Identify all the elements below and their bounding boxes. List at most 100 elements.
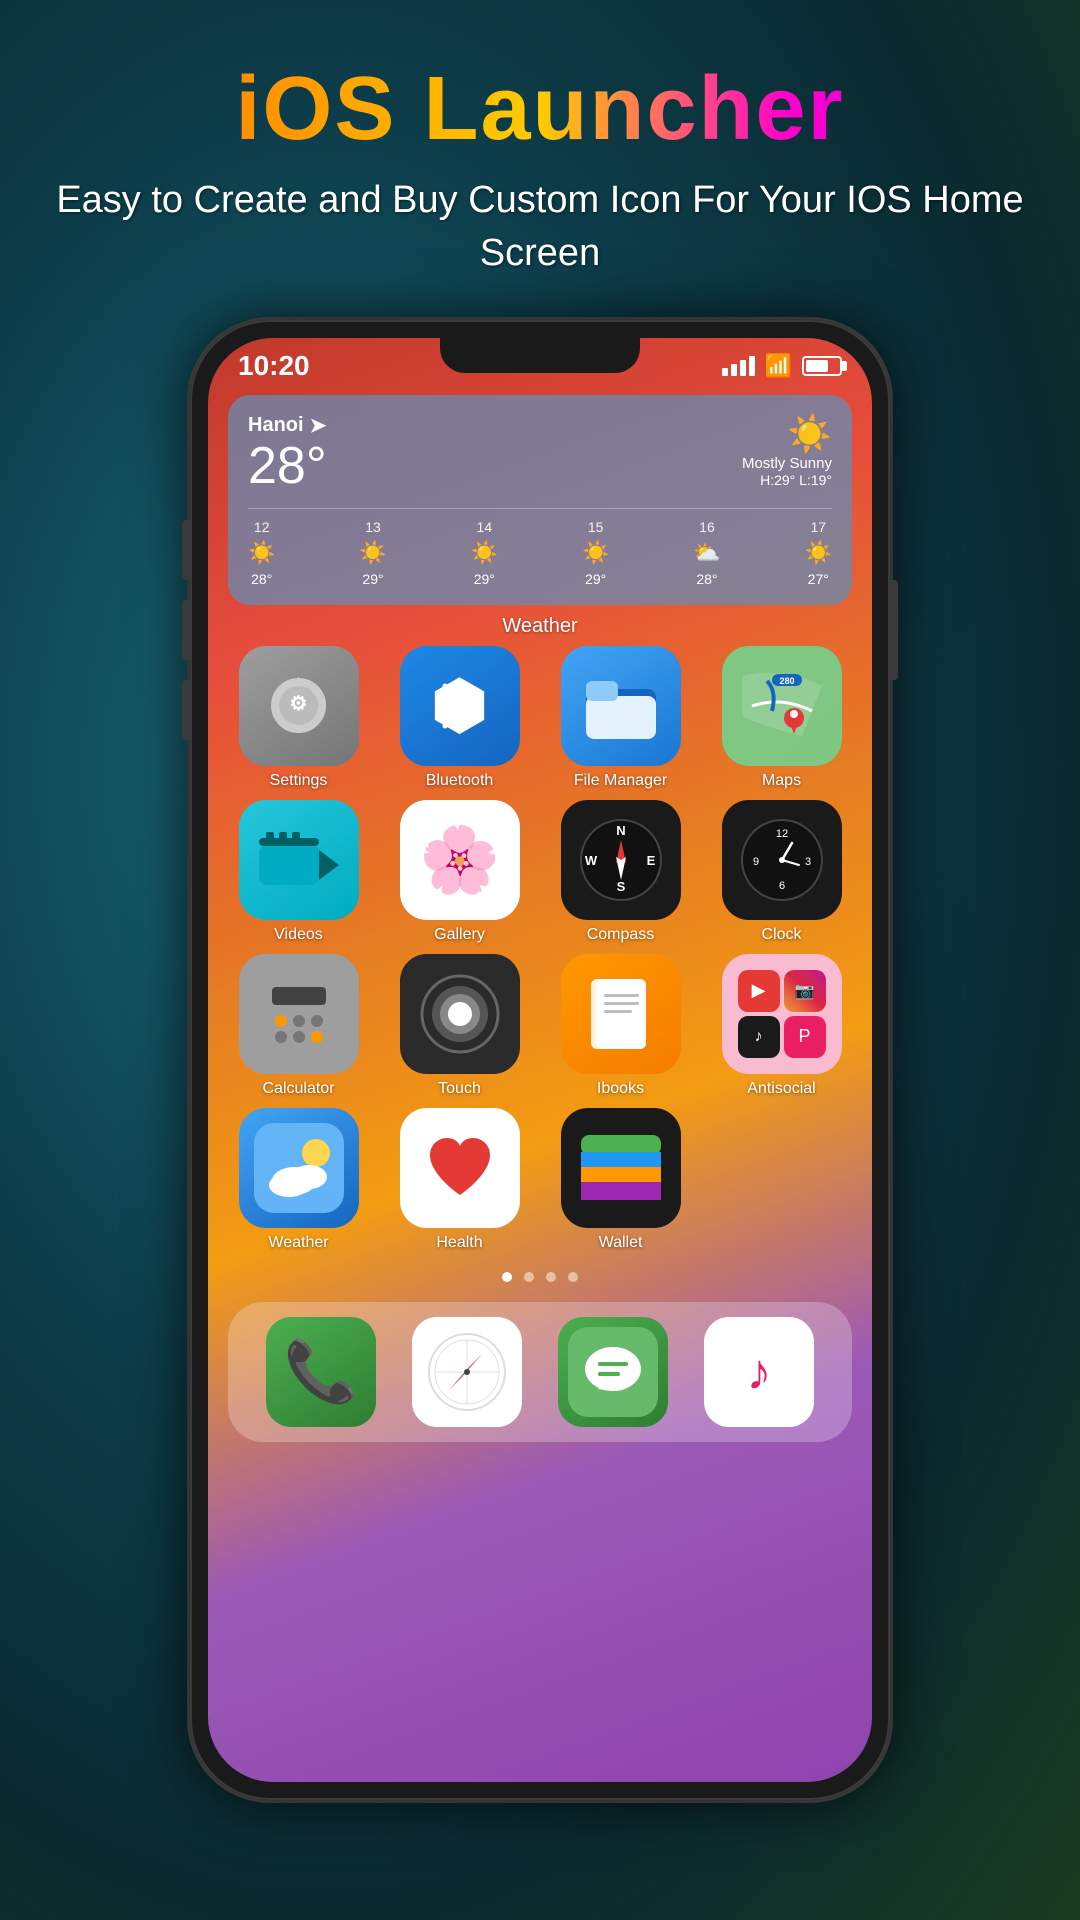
- weather-sun-icon: ☀️: [742, 413, 832, 455]
- location-arrow-icon: ➤: [310, 413, 327, 438]
- filemanager-icon: [561, 646, 681, 766]
- dock-messages-icon: [558, 1317, 668, 1427]
- status-time: 10:20: [238, 350, 310, 382]
- forecast-icon-5: ☀️: [805, 540, 832, 566]
- touch-label: Touch: [438, 1080, 481, 1098]
- weather-widget[interactable]: Hanoi ➤ 28° ☀️ Mostly Sunny H:29° L:19°: [228, 395, 852, 604]
- app-item-health[interactable]: Health: [384, 1108, 535, 1252]
- pinterest-mini-icon: P: [784, 1016, 826, 1058]
- app-item-maps[interactable]: 280 Maps: [706, 646, 857, 790]
- youtube-mini-icon: ▶: [738, 970, 780, 1012]
- forecast-day-2: 14 ☀️ 29°: [471, 519, 498, 587]
- svg-text:3: 3: [804, 856, 810, 868]
- settings-label: Settings: [270, 772, 328, 790]
- status-icons: 📶: [722, 353, 842, 379]
- antisocial-grid: ▶ 📷 ♪ P: [730, 962, 834, 1066]
- forecast-day-4: 16 ⛅ 28°: [693, 519, 720, 587]
- health-label: Health: [436, 1234, 482, 1252]
- forecast-day-5: 17 ☀️ 27°: [805, 519, 832, 587]
- forecast-day-3: 15 ☀️ 29°: [582, 519, 609, 587]
- signal-bars-icon: [722, 356, 755, 376]
- svg-text:9: 9: [752, 856, 758, 868]
- dock-item-messages[interactable]: [558, 1317, 668, 1427]
- app-subtitle: Easy to Create and Buy Custom Icon For Y…: [40, 174, 1040, 280]
- weather-left: Hanoi ➤ 28°: [248, 413, 327, 495]
- app-item-gallery[interactable]: 🌸 Gallery: [384, 800, 535, 944]
- forecast-day-1: 13 ☀️ 29°: [359, 519, 386, 587]
- weather-app-label: Weather: [268, 1234, 328, 1252]
- app-item-calculator[interactable]: Calculator: [223, 954, 374, 1098]
- page-dot-0[interactable]: [502, 1272, 512, 1282]
- filemanager-label: File Manager: [574, 772, 667, 790]
- app-title: iOS Launcher: [40, 60, 1040, 159]
- ibooks-label: Ibooks: [597, 1080, 644, 1098]
- antisocial-icon: ▶ 📷 ♪ P: [722, 954, 842, 1074]
- app-item-filemanager[interactable]: File Manager: [545, 646, 696, 790]
- weather-city: Hanoi ➤: [248, 413, 327, 438]
- wifi-icon: 📶: [765, 353, 792, 379]
- signal-bar-1: [722, 368, 728, 376]
- instagram-mini-icon: 📷: [784, 970, 826, 1012]
- weather-hi-lo: H:29° L:19°: [742, 472, 832, 488]
- wallet-label: Wallet: [599, 1234, 643, 1252]
- dock-phone-icon: 📞: [266, 1317, 376, 1427]
- forecast-icon-0: ☀️: [248, 540, 275, 566]
- weather-condition: Mostly Sunny: [742, 455, 832, 472]
- svg-text:E: E: [646, 853, 655, 868]
- dock-item-phone[interactable]: 📞: [266, 1317, 376, 1427]
- dock: 📞: [228, 1302, 852, 1442]
- app-item-weather[interactable]: Weather: [223, 1108, 374, 1252]
- tiktok-mini-icon: ♪: [738, 1016, 780, 1058]
- bluetooth-icon: ⬢: [400, 646, 520, 766]
- app-item-settings[interactable]: ⚙ Settings: [223, 646, 374, 790]
- weather-temperature: 28°: [248, 438, 327, 495]
- battery-icon: [802, 356, 842, 376]
- videos-icon: [239, 800, 359, 920]
- page-dot-1[interactable]: [524, 1272, 534, 1282]
- app-item-ibooks[interactable]: Ibooks: [545, 954, 696, 1098]
- forecast-icon-2: ☀️: [471, 540, 498, 566]
- weather-top: Hanoi ➤ 28° ☀️ Mostly Sunny H:29° L:19°: [248, 413, 832, 495]
- svg-text:♪: ♪: [747, 1344, 772, 1400]
- gallery-icon: 🌸: [400, 800, 520, 920]
- app-item-compass[interactable]: N S W E Compass: [545, 800, 696, 944]
- app-item-touch[interactable]: Touch: [384, 954, 535, 1098]
- videos-label: Videos: [274, 926, 323, 944]
- dock-item-safari[interactable]: [412, 1317, 522, 1427]
- forecast-icon-1: ☀️: [359, 540, 386, 566]
- page-dots: [208, 1272, 872, 1282]
- dock-music-icon: ♪: [704, 1317, 814, 1427]
- antisocial-label: Antisocial: [747, 1080, 815, 1098]
- compass-icon: N S W E: [561, 800, 681, 920]
- phone-screen: 10:20 📶: [208, 338, 872, 1782]
- app-item-videos[interactable]: Videos: [223, 800, 374, 944]
- app-item-wallet[interactable]: Wallet: [545, 1108, 696, 1252]
- svg-text:280: 280: [779, 676, 794, 686]
- forecast-icon-4: ⛅: [693, 540, 720, 566]
- bluetooth-label: Bluetooth: [426, 772, 494, 790]
- app-header: iOS Launcher Easy to Create and Buy Cust…: [0, 0, 1080, 310]
- app-grid: ⚙ Settings ⬢ Bluetooth: [208, 646, 872, 1252]
- phone-frame: 10:20 📶: [190, 320, 890, 1800]
- weather-right: ☀️ Mostly Sunny H:29° L:19°: [742, 413, 832, 488]
- dock-item-music[interactable]: ♪: [704, 1317, 814, 1427]
- svg-text:⚙: ⚙: [290, 693, 308, 715]
- wallet-icon: [561, 1108, 681, 1228]
- weather-forecast: 12 ☀️ 28° 13 ☀️ 29° 14 ☀️ 29°: [248, 508, 832, 587]
- compass-label: Compass: [587, 926, 655, 944]
- page-dot-2[interactable]: [546, 1272, 556, 1282]
- clock-label: Clock: [761, 926, 801, 944]
- app-item-bluetooth[interactable]: ⬢ Bluetooth: [384, 646, 535, 790]
- signal-bar-3: [740, 360, 746, 376]
- app-item-clock[interactable]: 12 3 6 9 Clock: [706, 800, 857, 944]
- clock-icon: 12 3 6 9: [722, 800, 842, 920]
- app-item-antisocial[interactable]: ▶ 📷 ♪ P Anti: [706, 954, 857, 1098]
- touch-icon: [400, 954, 520, 1074]
- svg-text:W: W: [584, 853, 597, 868]
- page-dot-3[interactable]: [568, 1272, 578, 1282]
- svg-text:6: 6: [778, 880, 784, 892]
- weather-app-icon: [239, 1108, 359, 1228]
- svg-text:S: S: [616, 879, 625, 894]
- svg-text:N: N: [616, 823, 625, 838]
- signal-bar-2: [731, 364, 737, 376]
